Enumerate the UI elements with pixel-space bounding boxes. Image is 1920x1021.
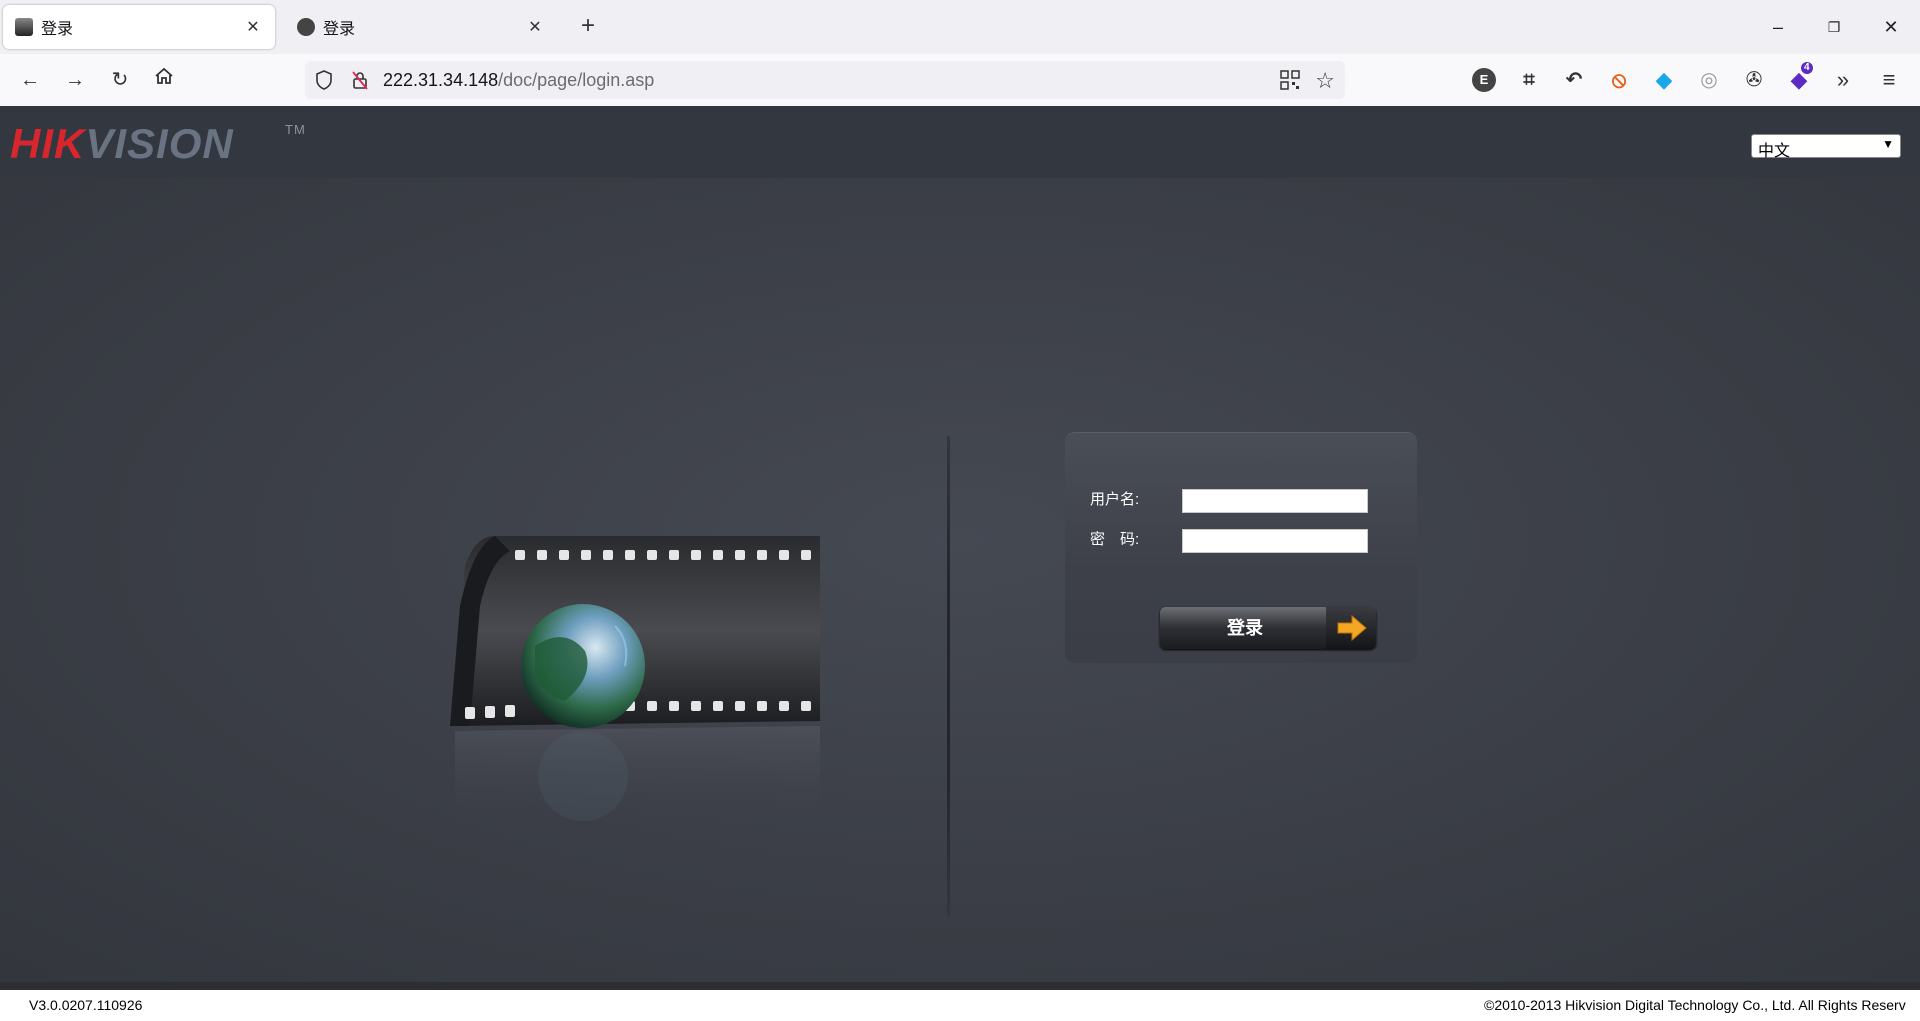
- language-selected-value: 中文: [1758, 143, 1791, 160]
- url-host: 222.31.34.148: [383, 70, 499, 90]
- qr-code-icon[interactable]: [1280, 70, 1300, 90]
- blocker-extension-icon[interactable]: ⦸: [1607, 68, 1631, 92]
- globe-favicon-icon: [297, 18, 315, 36]
- language-select[interactable]: 中文 ▼: [1751, 134, 1901, 160]
- tab-title: 登录: [41, 21, 74, 38]
- page-content: HIKVISION TM 中文 ▼ 用户名: 密 码: 登录 V3.0.0207…: [0, 106, 1920, 1021]
- password-label: 密 码:: [1090, 531, 1140, 548]
- footer-divider: [0, 982, 1920, 990]
- logo-hik-text: HIK: [10, 120, 86, 167]
- undo-icon[interactable]: ↶: [1562, 68, 1586, 92]
- reload-icon[interactable]: ↻: [106, 66, 134, 94]
- chevron-down-icon: ▼: [1882, 137, 1894, 151]
- hikvision-logo: HIKVISION TM: [10, 120, 305, 168]
- username-field[interactable]: [1182, 489, 1368, 513]
- back-arrow-icon[interactable]: ←: [16, 66, 44, 94]
- url-text[interactable]: 222.31.34.148/doc/page/login.asp: [383, 70, 654, 91]
- extension-badge-count: 4: [1801, 62, 1813, 74]
- new-tab-plus-icon[interactable]: +: [575, 14, 601, 40]
- page-header: HIKVISION TM 中文 ▼: [0, 106, 1920, 178]
- vertical-divider: [947, 436, 950, 916]
- insecure-lock-icon[interactable]: [351, 70, 369, 90]
- address-bar[interactable]: 222.31.34.148/doc/page/login.asp ☆: [305, 61, 1345, 99]
- tracking-shield-icon[interactable]: [315, 70, 333, 90]
- minimize-icon[interactable]: –: [1763, 12, 1793, 42]
- cookie-icon[interactable]: ✇: [1742, 68, 1766, 92]
- close-icon[interactable]: ✕: [525, 17, 545, 37]
- close-icon[interactable]: ✕: [243, 17, 263, 37]
- hamburger-menu-icon[interactable]: ≡: [1875, 66, 1903, 94]
- version-text: V3.0.0207.110926: [29, 997, 143, 1013]
- tab-login-active[interactable]: 登录 ✕: [3, 5, 275, 49]
- browser-tab-bar: 登录 ✕ 登录 ✕ + – ❐ ✕: [0, 0, 1920, 54]
- home-icon[interactable]: [150, 66, 178, 94]
- tab-title: 登录: [323, 21, 356, 38]
- trademark-mark: TM: [285, 122, 306, 137]
- navigation-bar: ← → ↻ 222.31.34.148/doc/page/login.asp ☆…: [0, 54, 1920, 107]
- cube-extension-icon[interactable]: ◆: [1652, 68, 1676, 92]
- e-extension-icon[interactable]: E: [1472, 68, 1496, 92]
- username-label: 用户名:: [1090, 491, 1140, 508]
- window-close-icon[interactable]: ✕: [1876, 12, 1906, 42]
- crop-icon[interactable]: ⌗: [1517, 68, 1541, 92]
- badge-extension-icon[interactable]: ◆ 4: [1787, 62, 1813, 92]
- forward-arrow-icon[interactable]: →: [61, 66, 89, 94]
- logo-vision-text: VISION: [85, 120, 234, 167]
- film-globe-illustration: [450, 536, 820, 826]
- password-field[interactable]: [1182, 529, 1368, 553]
- tab-login-inactive[interactable]: 登录 ✕: [285, 5, 557, 49]
- bookmark-star-icon[interactable]: ☆: [1315, 68, 1335, 94]
- gray-extension-icon[interactable]: ◎: [1697, 68, 1721, 92]
- login-button-label: 登录: [1227, 618, 1263, 638]
- arrow-right-icon: [1326, 607, 1376, 649]
- overflow-chevrons-icon[interactable]: »: [1829, 66, 1857, 94]
- url-path: /doc/page/login.asp: [498, 70, 655, 90]
- main-background: [0, 178, 1920, 982]
- restore-icon[interactable]: ❐: [1819, 12, 1849, 42]
- login-button[interactable]: 登录: [1160, 607, 1376, 649]
- login-panel: 用户名: 密 码: 登录: [1065, 433, 1417, 663]
- camera-favicon-icon: [15, 18, 33, 36]
- page-footer: V3.0.0207.110926 ©2010-2013 Hikvision Di…: [0, 990, 1920, 1021]
- copyright-text: ©2010-2013 Hikvision Digital Technology …: [1484, 997, 1906, 1013]
